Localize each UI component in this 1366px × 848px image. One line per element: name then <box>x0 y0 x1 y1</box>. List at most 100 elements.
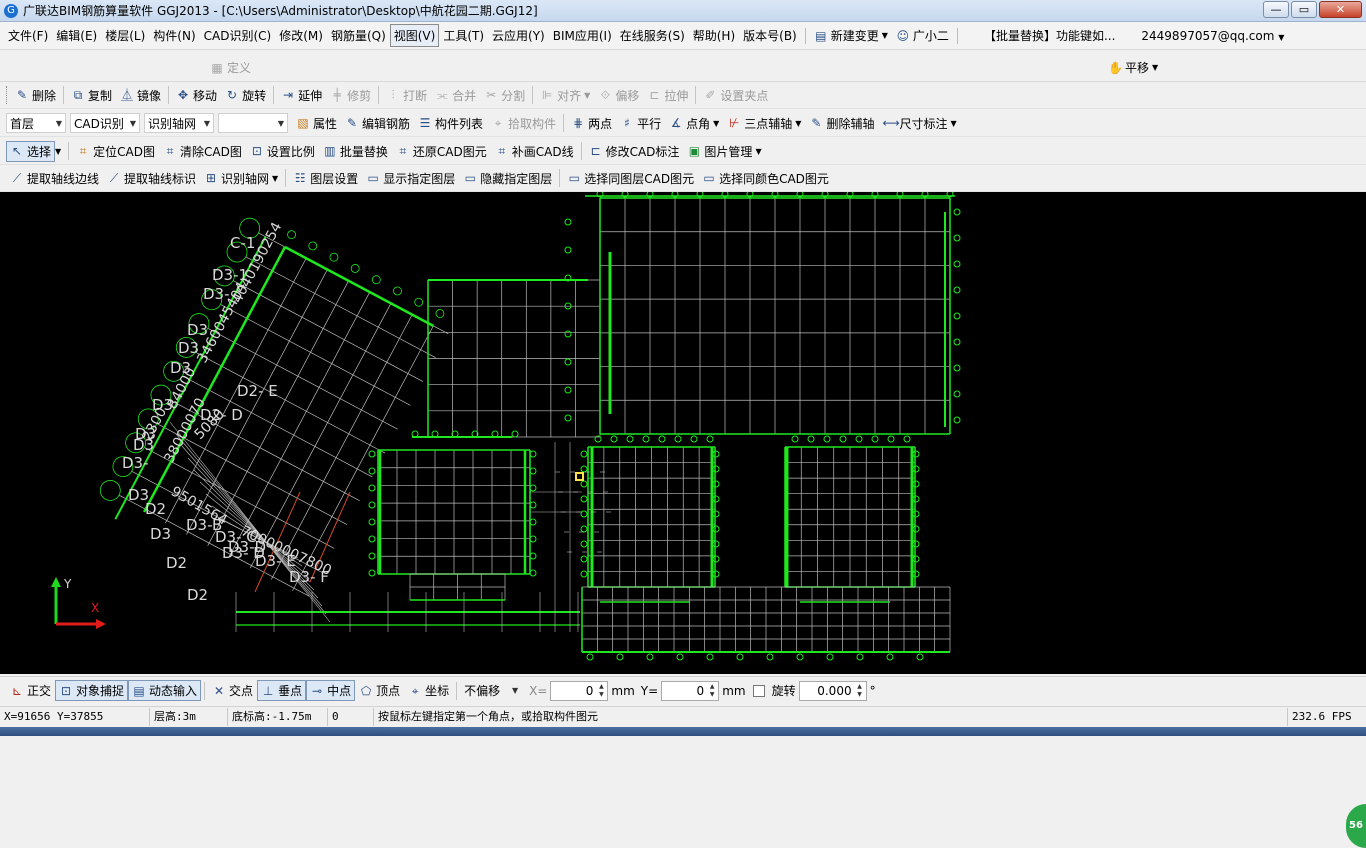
parallel-button[interactable]: ♯ 平行 <box>616 113 665 134</box>
menu-bim[interactable]: BIM应用(I) <box>549 24 616 47</box>
move-button[interactable]: ✥ 移动 <box>172 85 221 106</box>
dynamic-input-toggle[interactable]: ▤ 动态输入 <box>128 680 202 701</box>
component-list-button[interactable]: ☰ 构件列表 <box>414 113 487 134</box>
restore-icon: ⌗ <box>399 144 407 158</box>
rotate-checkbox[interactable] <box>752 684 765 697</box>
offset-mode-select[interactable]: 不偏移 ▼ <box>460 680 523 701</box>
dimension-button[interactable]: ⟷ 尺寸标注 ▼ <box>878 113 960 134</box>
menu-help[interactable]: 帮助(H) <box>689 24 739 47</box>
copy-button[interactable]: ⧉ 复制 <box>67 85 116 106</box>
spinner-icon[interactable]: ▲ ▼ <box>596 683 606 699</box>
assistant-button[interactable]: ☺ 广小二 <box>892 25 953 46</box>
select-same-layer-button[interactable]: ▭ 选择同图层CAD图元 <box>563 168 698 189</box>
three-point-aux-button[interactable]: ⊬ 三点辅轴 ▼ <box>723 113 805 134</box>
intersection-snap[interactable]: ✕ 交点 <box>208 680 257 701</box>
toolbar-divider <box>273 86 275 104</box>
locate-cad-button[interactable]: ⌗ 定位CAD图 <box>72 141 159 162</box>
align-button[interactable]: ⊫ 对齐 ▼ <box>536 85 594 106</box>
menu-modify[interactable]: 修改(M) <box>275 24 327 47</box>
x-input[interactable]: 0 ▲ ▼ <box>550 680 609 701</box>
delete-button[interactable]: ✎ 删除 <box>11 85 60 106</box>
modify-cad-label-button[interactable]: ⊏ 修改CAD标注 <box>585 141 684 162</box>
set-scale-button[interactable]: ⊡ 设置比例 <box>246 141 319 162</box>
layer-settings-button[interactable]: ☷ 图层设置 <box>289 168 362 189</box>
perpendicular-snap[interactable]: ⊥ 垂点 <box>257 680 307 701</box>
menu-view[interactable]: 视图(V) <box>389 24 440 47</box>
drawing-canvas[interactable]: C-1 D3-1 D3- D3 D3 D3 D3 D3 D3 D3- D3 D2 D3 D2 D2 D3-D D… <box>0 190 1366 848</box>
y-input[interactable]: 0 ▲ ▼ <box>661 680 720 701</box>
toolbar-grip <box>6 86 9 104</box>
cad-drawing[interactable]: C-1D3-1D3-D3D3D3D3D3D3D3-D3D2D3D2D2D3-DD… <box>0 190 1366 674</box>
clear-cad-button[interactable]: ⌗ 清除CAD图 <box>159 141 246 162</box>
edit-rebar-button[interactable]: ✎ 编辑钢筋 <box>341 113 414 134</box>
hide-layer-button[interactable]: ▭ 隐藏指定图层 <box>459 168 556 189</box>
grip-point-button[interactable]: ✐ 设置夹点 <box>699 85 772 106</box>
select-same-color-button[interactable]: ▭ 选择同颜色CAD图元 <box>698 168 833 189</box>
stretch-button[interactable]: ⊏ 拉伸 <box>643 85 692 106</box>
image-manage-button[interactable]: ▣ 图片管理 ▼ <box>683 141 765 162</box>
rotate-input[interactable]: 0.000 ▲ ▼ <box>798 680 867 701</box>
offset-button[interactable]: ⟐ 偏移 <box>594 85 643 106</box>
spinner-icon[interactable]: ▲ ▼ <box>707 683 717 699</box>
extract-axis-lines-button[interactable]: ⟋ 提取轴线边线 <box>6 168 103 189</box>
define-button[interactable]: ▦ 定义 <box>206 57 255 78</box>
properties-button[interactable]: ▧ 属性 <box>292 113 341 134</box>
vertex-snap[interactable]: ⬠ 顶点 <box>355 680 404 701</box>
object-snap-toggle[interactable]: ⊡ 对象捕捉 <box>55 680 129 701</box>
close-button[interactable]: ✕ <box>1319 1 1362 18</box>
batch-replace-button[interactable]: ▥ 批量替换 <box>319 141 392 162</box>
account-menu[interactable]: 2449897057@qq.com ▼ <box>1137 26 1288 46</box>
coordinate-snap[interactable]: ⌖ 坐标 <box>404 680 453 701</box>
dropdown-arrow-icon: ▼ <box>1278 32 1285 42</box>
point-angle-button[interactable]: ∡ 点角 ▼ <box>665 113 723 134</box>
axis-bubble <box>839 435 847 443</box>
toolbar-divider <box>378 86 380 104</box>
clear-icon: ⌗ <box>166 144 174 158</box>
cad-recognize-select[interactable]: CAD识别 ▼ <box>70 113 140 133</box>
draw-cad-line-button[interactable]: ⌗ 补画CAD线 <box>491 141 578 162</box>
menu-floor[interactable]: 楼层(L) <box>101 24 149 47</box>
minimize-button[interactable]: — <box>1263 1 1289 18</box>
recognize-axis-grid-button[interactable]: ⊞ 识别轴网 ▼ <box>200 168 282 189</box>
component-select[interactable]: ▼ <box>218 113 288 133</box>
pick-component-button[interactable]: ⌖ 拾取构件 <box>487 113 560 134</box>
menu-tools[interactable]: 工具(T) <box>439 24 488 47</box>
new-change-button[interactable]: ▤ 新建变更 ▼ <box>810 25 892 46</box>
ortho-toggle[interactable]: ⊾ 正交 <box>6 680 55 701</box>
menu-cad-recognize[interactable]: CAD识别(C) <box>200 24 276 47</box>
trim-button[interactable]: ╪ 修剪 <box>326 85 375 106</box>
delete-aux-button[interactable]: ✎ 删除辅轴 <box>805 113 878 134</box>
dropdown-arrow-icon[interactable]: ▼ <box>55 147 61 156</box>
batch-replace-hint[interactable]: 【批量替换】功能键如... <box>980 24 1119 47</box>
break-button[interactable]: ⫶ 打断 <box>382 85 431 106</box>
axis-bubble <box>912 555 920 563</box>
menu-edit[interactable]: 编辑(E) <box>52 24 101 47</box>
menu-file[interactable]: 文件(F) <box>4 24 52 47</box>
pick-icon: ⌖ <box>494 116 502 130</box>
extract-axis-labels-button[interactable]: ⟋ 提取轴线标识 <box>103 168 200 189</box>
select-button[interactable]: ↖ 选择 <box>6 140 56 162</box>
rotate-button[interactable]: ↻ 旋转 <box>221 85 270 106</box>
midpoint-icon: ⊸ <box>312 683 323 698</box>
two-points-button[interactable]: ⋕ 两点 <box>567 113 616 134</box>
axis-grid-select[interactable]: 识别轴网 ▼ <box>144 113 214 133</box>
menu-online-service[interactable]: 在线服务(S) <box>616 24 689 47</box>
menu-version[interactable]: 版本号(B) <box>739 24 801 47</box>
maximize-button[interactable]: ▭ <box>1291 1 1317 18</box>
pan-button[interactable]: ✋ 平移 ▼ <box>1104 57 1162 78</box>
spinner-icon[interactable]: ▲ ▼ <box>855 683 865 699</box>
midpoint-snap[interactable]: ⊸ 中点 <box>306 680 356 701</box>
menu-rebar-quantity[interactable]: 钢筋量(Q) <box>327 24 390 47</box>
floor-select[interactable]: 首层 ▼ <box>6 113 66 133</box>
merge-button[interactable]: ⫘ 合并 <box>431 85 480 106</box>
dropdown-arrow-icon: ▼ <box>950 118 957 128</box>
mirror-button[interactable]: ⏅ 镜像 <box>116 85 165 106</box>
show-layer-button[interactable]: ▭ 显示指定图层 <box>362 168 459 189</box>
menu-cloud[interactable]: 云应用(Y) <box>488 24 549 47</box>
extend-button[interactable]: ⇥ 延伸 <box>277 85 326 106</box>
split-button[interactable]: ✂ 分割 <box>480 85 529 106</box>
menu-component[interactable]: 构件(N) <box>149 24 199 47</box>
aux-axis-icon: ⊬ <box>729 116 740 130</box>
restore-cad-button[interactable]: ⌗ 还原CAD图元 <box>392 141 491 162</box>
axis-bubble <box>953 208 961 216</box>
